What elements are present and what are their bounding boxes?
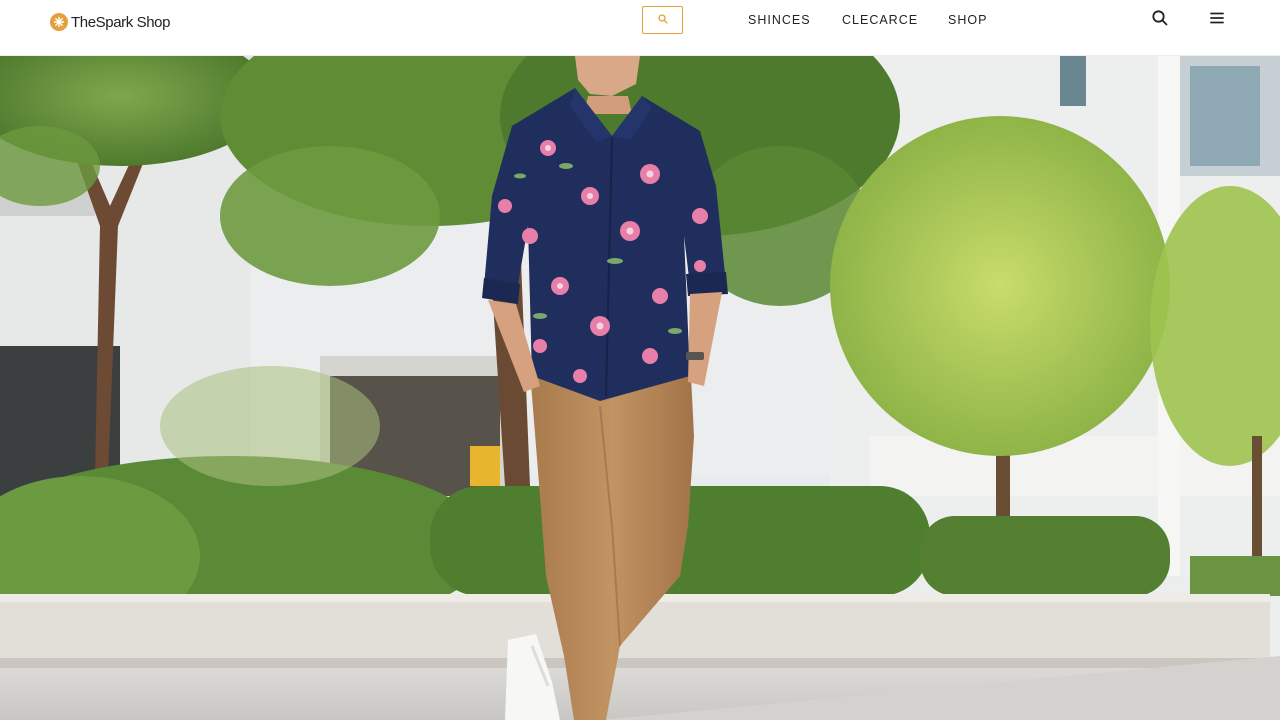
search-icon (657, 11, 668, 29)
nav-item-shinces[interactable]: SHINCES (748, 13, 811, 27)
hamburger-menu-icon (1208, 9, 1226, 32)
nav-item-clecarce[interactable]: CLECARCE (842, 13, 918, 27)
hero-image (0, 56, 1280, 720)
header-search-button[interactable] (1150, 9, 1170, 32)
search-icon (1151, 9, 1169, 32)
site-header: TheSpark Shop SHINCES CLECARCE SHOP (0, 0, 1280, 56)
spark-logo-icon (50, 13, 68, 31)
brand-name: TheSpark Shop (71, 13, 171, 31)
search-field[interactable] (642, 6, 683, 34)
hero-photo (0, 56, 1280, 720)
brand-logo[interactable]: TheSpark Shop (50, 12, 170, 32)
nav-item-shop[interactable]: SHOP (948, 13, 987, 27)
menu-button[interactable] (1207, 10, 1227, 30)
